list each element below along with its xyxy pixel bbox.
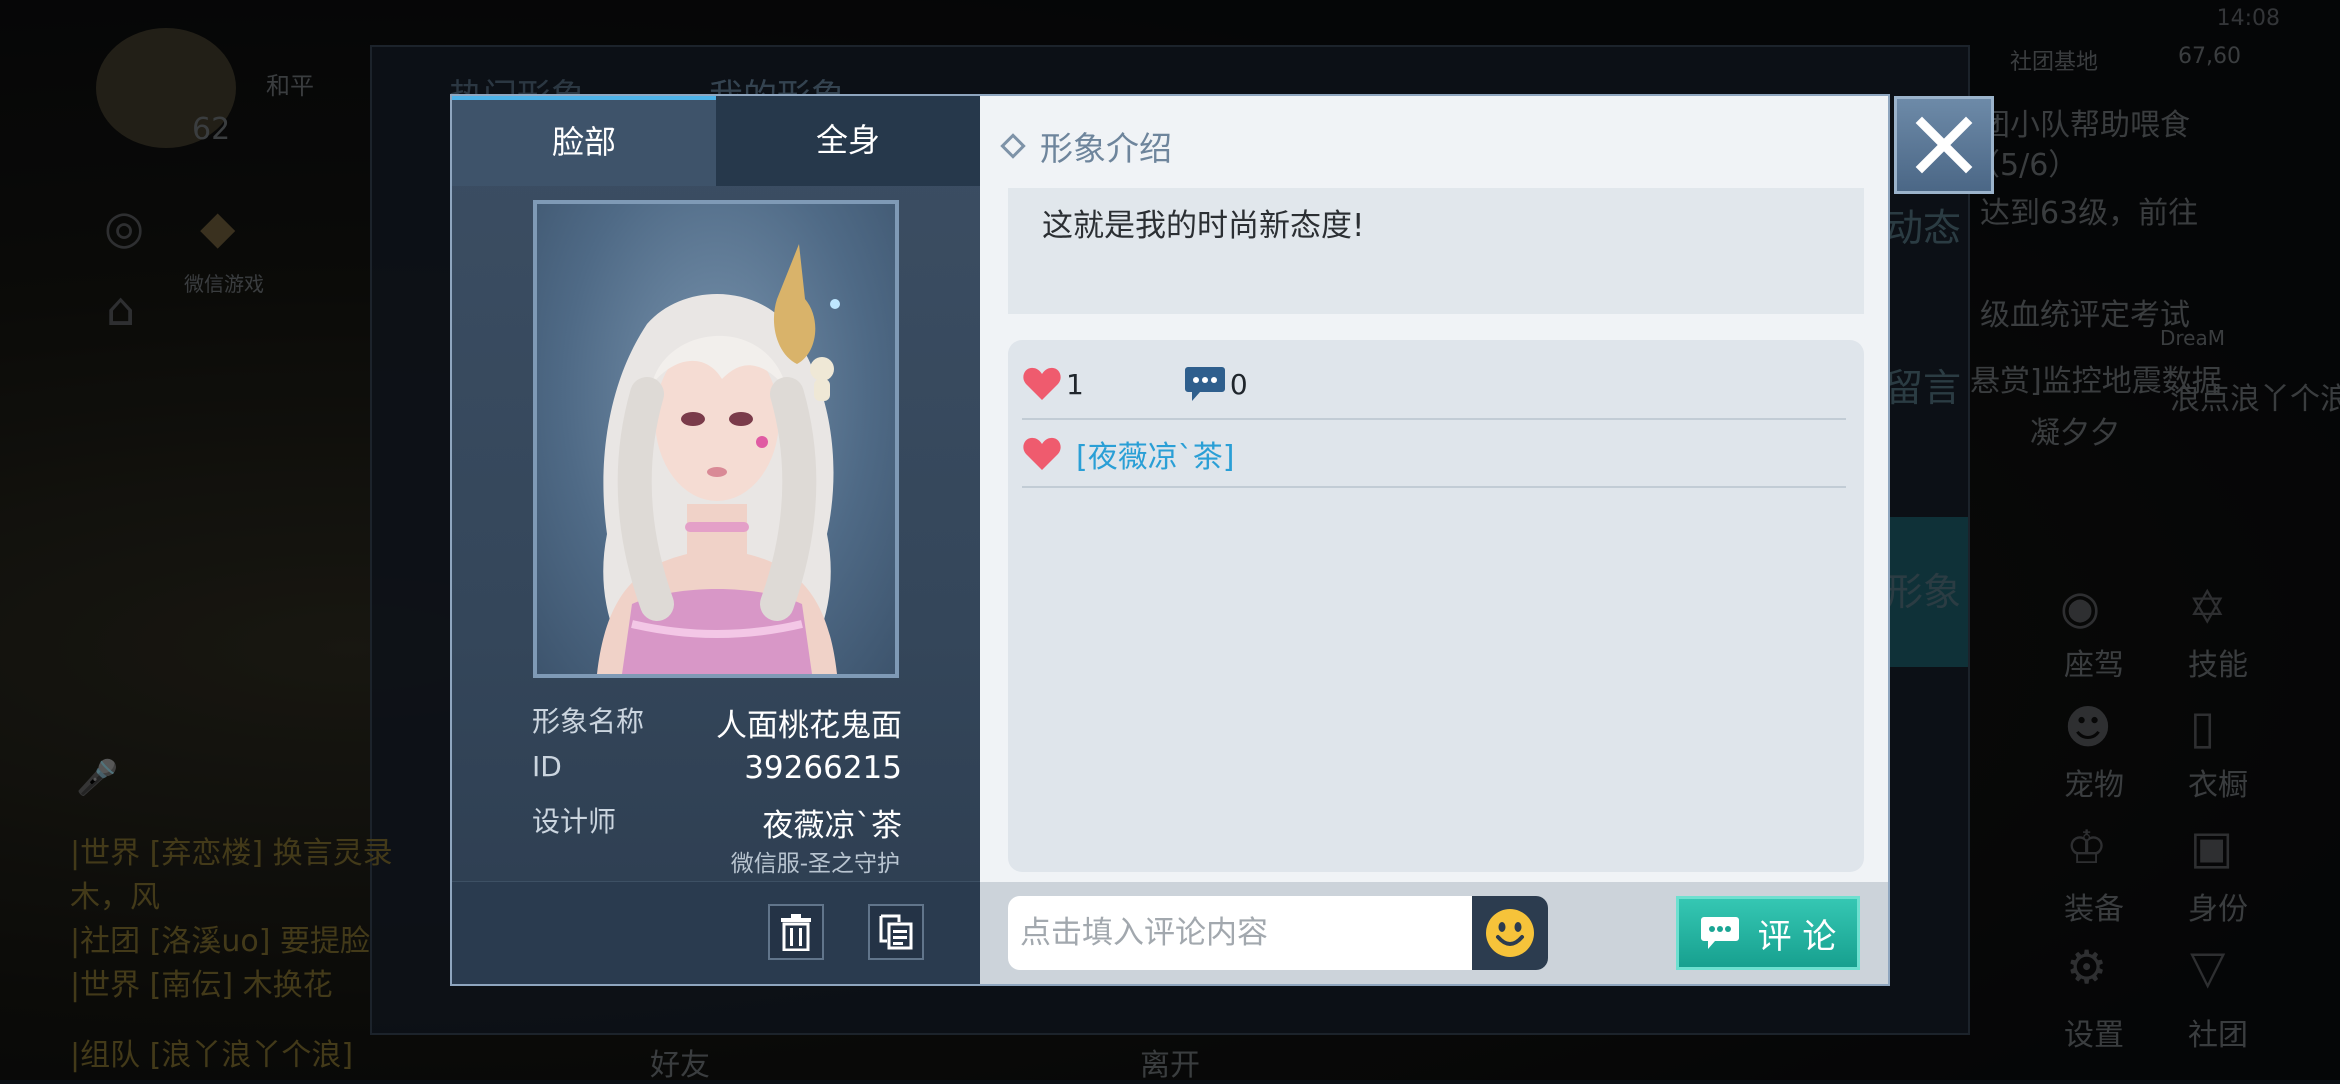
info-row-designer: 设计师 夜薇凉`茶 (532, 800, 902, 844)
like-count: 1 (1066, 367, 1084, 401)
chat-icon (1700, 917, 1739, 949)
comment-bar: 评 论 (980, 882, 1888, 984)
close-button[interactable] (1894, 96, 1994, 194)
tab-full-body[interactable]: 全身 (716, 96, 980, 186)
comment-bubble-icon (1184, 367, 1225, 401)
heart-icon (1023, 437, 1061, 470)
copy-button[interactable] (868, 904, 924, 960)
liker-name-link[interactable]: [夜薇凉`茶] (1076, 432, 1234, 476)
appearance-id-value: 39266215 (744, 750, 902, 786)
stats-row: 1 0 (1022, 364, 1248, 404)
intro-text: 这就是我的时尚新态度! (1008, 188, 1864, 314)
info-row-name: 形象名称 人面桃花鬼面 (532, 700, 902, 744)
appearance-preview-pane: 脸部 全身 形象名称 人面桃花鬼面 ID 39266215 设计师 夜薇凉`茶 … (452, 96, 980, 984)
tab-face[interactable]: 脸部 (452, 96, 716, 186)
heart-icon[interactable] (1022, 366, 1062, 402)
trash-icon (781, 914, 811, 951)
smiley-icon (1486, 909, 1534, 957)
designer-label: 设计师 (532, 805, 617, 838)
submit-comment-button[interactable]: 评 论 (1676, 896, 1860, 970)
delete-button[interactable] (768, 904, 824, 960)
appearance-name-label: 形象名称 (532, 705, 645, 738)
close-icon (1915, 116, 1973, 174)
info-row-id: ID 39266215 (532, 750, 902, 794)
liker-item: [夜薇凉`茶] (1022, 432, 1234, 476)
appearance-detail-dialog: 脸部 全身 形象名称 人面桃花鬼面 ID 39266215 设计师 夜薇凉`茶 … (450, 94, 1890, 986)
comments-panel[interactable]: 1 0 [夜薇凉`茶] (1008, 340, 1864, 872)
character-portrait (533, 200, 899, 678)
copy-icon (879, 914, 913, 950)
intro-title: 形象介绍 (1040, 129, 1172, 168)
preview-actions (452, 881, 980, 984)
submit-comment-label: 评 论 (1757, 916, 1837, 957)
emoji-button[interactable] (1472, 896, 1548, 970)
view-tabs: 脸部 全身 (452, 96, 980, 186)
designer-server: 微信服-圣之守护 (730, 851, 900, 877)
diamond-bullet-icon (1000, 133, 1026, 159)
appearance-id-label: ID (532, 750, 562, 783)
appearance-name-value: 人面桃花鬼面 (716, 708, 902, 744)
character-portrait-image (597, 244, 840, 674)
comment-count: 0 (1229, 367, 1248, 401)
divider (1022, 486, 1846, 488)
comment-input[interactable] (1008, 896, 1472, 970)
designer-value: 夜薇凉`茶 (762, 808, 903, 844)
divider (1022, 418, 1846, 420)
intro-header: 形象介绍 (1000, 122, 1172, 170)
appearance-social-pane: 形象介绍 这就是我的时尚新态度! 1 0 [夜薇凉`茶] 点击填入评论内容 评 … (980, 96, 1888, 984)
